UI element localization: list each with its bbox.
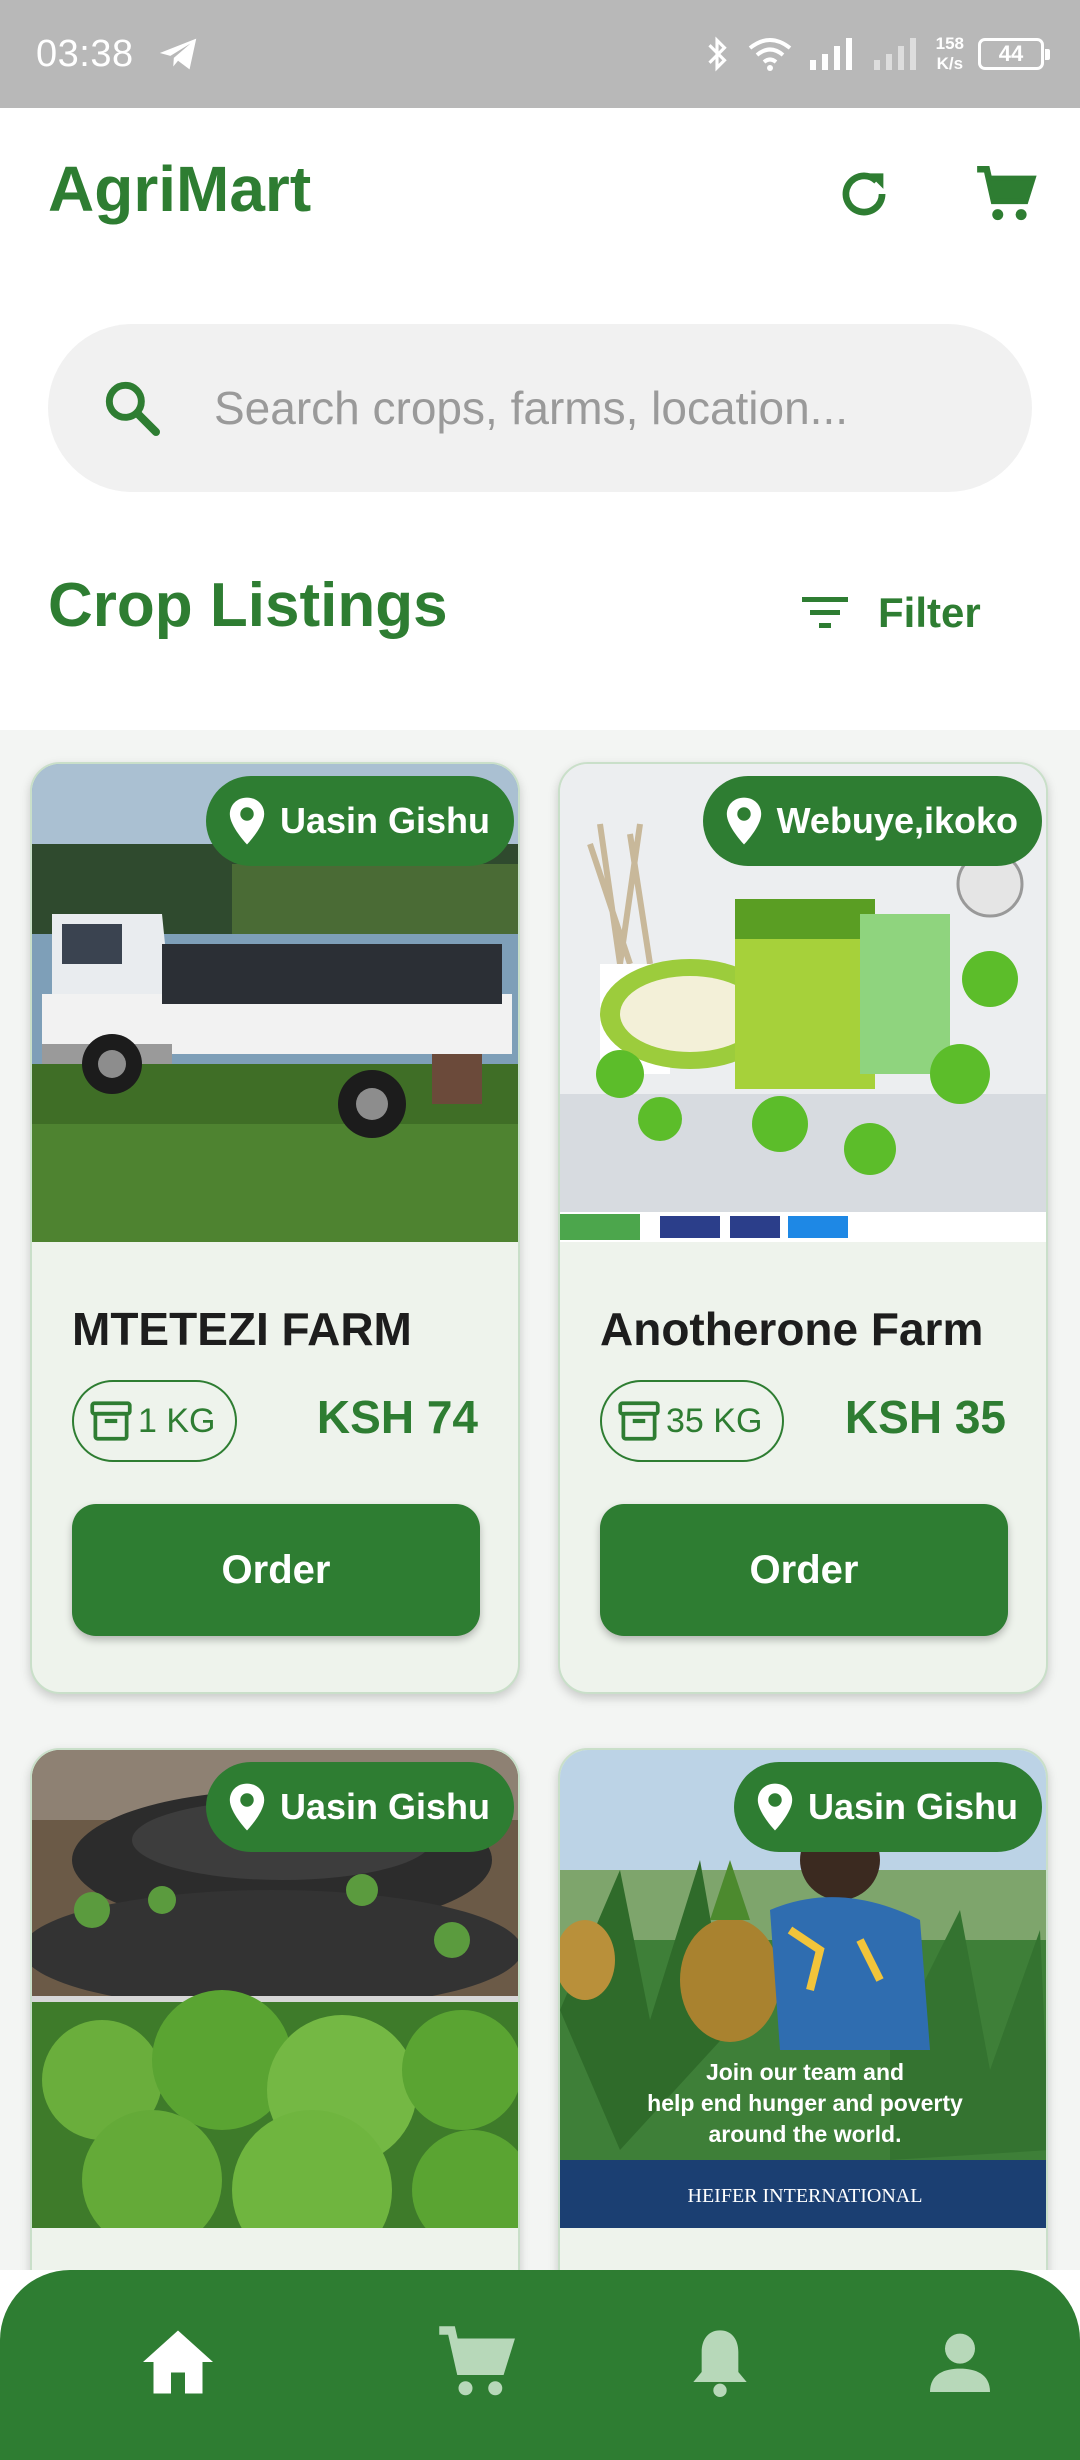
poster-line-1: Join our team and — [706, 2059, 904, 2085]
nav-home[interactable] — [130, 2314, 226, 2410]
location-chip: Uasin Gishu — [205, 1762, 514, 1852]
farm-name: Anotherone Farm — [600, 1303, 984, 1355]
location-label: Webuye,ikoko — [776, 800, 1018, 841]
battery-icon: 44 — [978, 38, 1050, 70]
quantity-chip: 1 KG — [72, 1380, 238, 1462]
cart-icon — [977, 165, 1037, 221]
location-label: Uasin Gishu — [279, 1786, 490, 1827]
quantity-label: 35 KG — [666, 1401, 763, 1440]
farm-name: MTETEZI FARM — [72, 1303, 412, 1355]
listing-card[interactable]: Uasin Gishu — [30, 1748, 520, 2270]
network-speed: 158 K/s — [936, 34, 964, 74]
location-chip: Webuye,ikoko — [702, 776, 1042, 866]
wifi-icon — [748, 38, 791, 71]
nav-cart[interactable] — [428, 2314, 524, 2410]
quantity-chip: 35 KG — [600, 1380, 785, 1462]
speed-unit: K/s — [936, 54, 964, 73]
refresh-icon — [842, 172, 886, 216]
location-label: Uasin Gishu — [279, 800, 490, 841]
listings-grid: Uasin Gishu MTETEZI FARM 1 KG KSH 74 Ord… — [0, 730, 1080, 2270]
location-chip: Uasin Gishu — [733, 1762, 1042, 1852]
nav-profile[interactable] — [912, 2314, 1008, 2410]
section-title: Crop Listings — [48, 571, 448, 640]
order-button[interactable]: Order — [600, 1504, 1008, 1636]
bottom-nav — [0, 2270, 1080, 2460]
listing-card[interactable]: Join our team and help end hunger and po… — [558, 1748, 1048, 2270]
poster-line-2: help end hunger and poverty — [647, 2090, 963, 2116]
location-pin-icon — [229, 1783, 265, 1831]
telegram-icon — [159, 38, 196, 70]
location-chip: Uasin Gishu — [205, 776, 514, 866]
archive-box-icon — [90, 1401, 132, 1441]
bluetooth-icon — [708, 36, 727, 72]
app-title: AgriMart — [48, 153, 312, 225]
filter-label: Filter — [878, 589, 981, 636]
price-label: KSH 35 — [844, 1391, 1006, 1443]
home-icon — [143, 2330, 213, 2394]
search-bar[interactable]: Search crops, farms, location... — [48, 324, 1032, 492]
status-time: 03:38 — [36, 32, 134, 75]
refresh-button[interactable] — [824, 154, 904, 234]
price-label: KSH 74 — [316, 1391, 478, 1443]
signal-icon — [809, 38, 852, 70]
app-bar: AgriMart — [0, 108, 1080, 276]
bell-icon — [693, 2330, 747, 2397]
person-icon — [930, 2333, 990, 2392]
search-icon — [105, 381, 160, 436]
location-pin-icon — [757, 1783, 793, 1831]
poster-brand: HEIFER INTERNATIONAL — [688, 2185, 923, 2207]
battery-level: 44 — [998, 41, 1024, 66]
archive-box-icon — [618, 1401, 660, 1441]
nav-notifications[interactable] — [672, 2314, 768, 2410]
location-label: Uasin Gishu — [807, 1786, 1018, 1827]
filter-icon — [802, 597, 848, 628]
quantity-label: 1 KG — [138, 1401, 216, 1440]
signal-icon-2 — [873, 38, 916, 70]
order-button[interactable]: Order — [72, 1504, 480, 1636]
location-pin-icon — [229, 797, 265, 845]
speed-value: 158 — [935, 34, 964, 53]
listing-card[interactable]: Uasin Gishu MTETEZI FARM 1 KG KSH 74 Ord… — [30, 762, 520, 1694]
status-bar: 03:38 158 K/s 44 — [0, 0, 1080, 108]
status-icons: 158 K/s 44 — [702, 34, 1050, 74]
search-input[interactable]: Search crops, farms, location... — [214, 381, 848, 435]
cart-button[interactable] — [966, 154, 1046, 234]
location-pin-icon — [726, 797, 761, 845]
poster-line-3: around the world. — [709, 2121, 902, 2147]
cart-icon — [439, 2326, 515, 2396]
listing-card[interactable]: Webuye,ikoko Anotherone Farm 35 KG KSH 3… — [558, 762, 1048, 1694]
filter-button[interactable]: Filter — [800, 578, 981, 648]
